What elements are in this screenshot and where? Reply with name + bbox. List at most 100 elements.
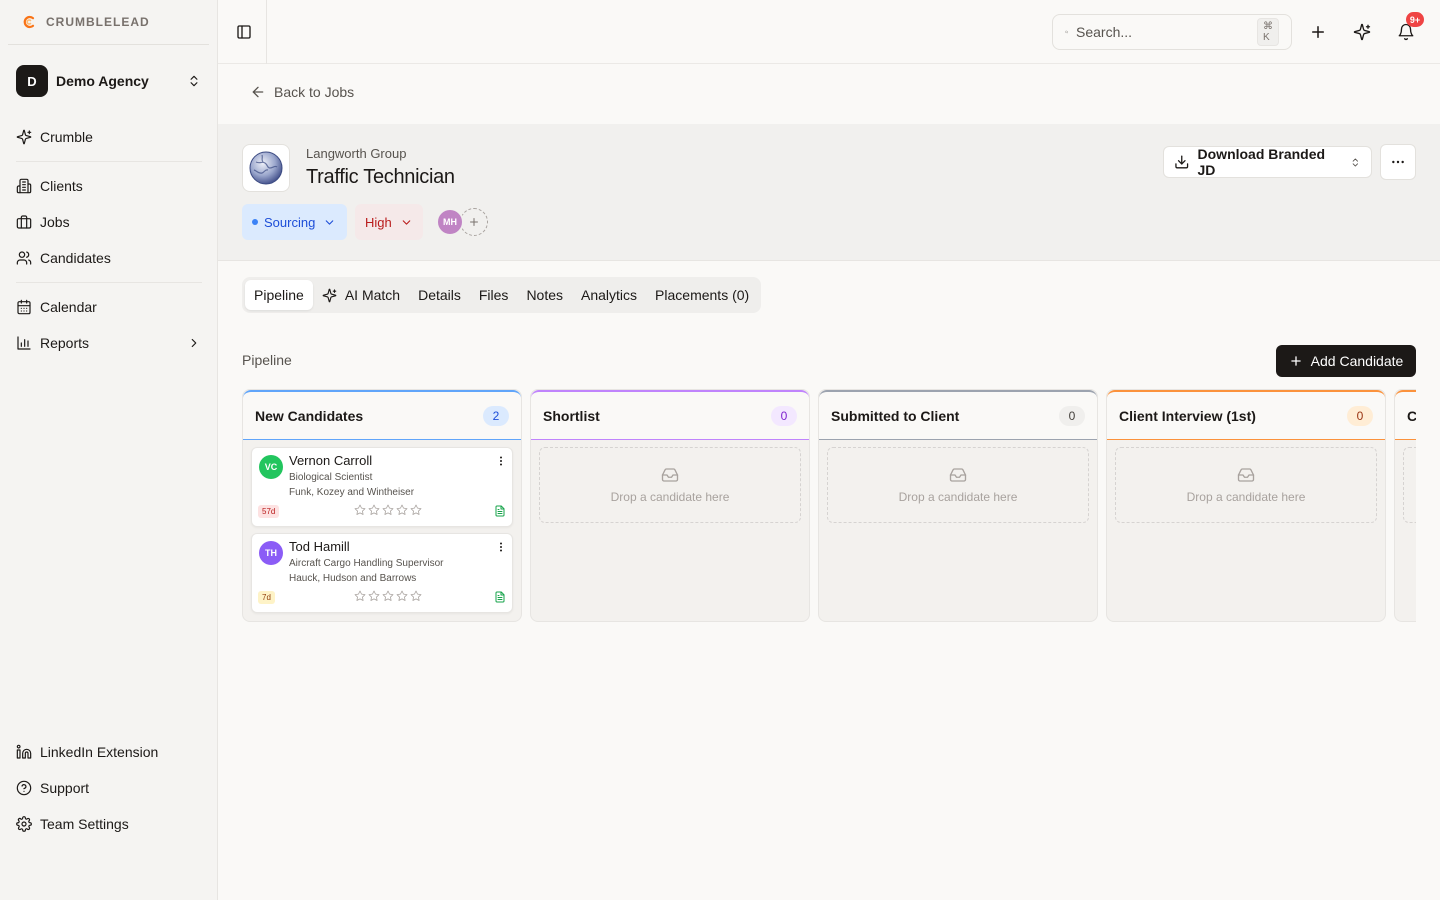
sidebar-item-label: Calendar (40, 299, 97, 315)
ai-assistant-button[interactable] (1350, 20, 1374, 44)
sidebar-item-label: Team Settings (40, 816, 129, 832)
drop-zone[interactable]: Drop a candidate here (1403, 447, 1416, 523)
search-box[interactable]: ⌘ K (1052, 14, 1292, 50)
inbox-icon (949, 468, 967, 482)
candidate-card[interactable]: TH Tod Hamill Aircraft Cargo Handling Supe… (251, 533, 513, 613)
pipeline-column: New Candidates 2 VC Vernon Carroll Biologica… (242, 389, 522, 622)
sidebar-toggle-button[interactable] (232, 20, 256, 44)
workspace-switcher[interactable]: D Demo Agency (8, 56, 209, 106)
sidebar-item-jobs[interactable]: Jobs (8, 206, 209, 238)
column-title: New Candidates (255, 407, 364, 424)
sparkles-icon (322, 288, 337, 302)
star-icon[interactable] (382, 590, 394, 602)
job-tabs: Pipeline AI Match Details Files Notes An… (242, 277, 762, 313)
tab-label: Notes (526, 287, 564, 303)
gear-icon (16, 816, 32, 832)
chevrons-up-down-icon (1353, 157, 1359, 167)
assignee-avatar[interactable]: MH (436, 208, 464, 236)
star-icon[interactable] (382, 504, 394, 516)
candidate-company: Hauck, Hudson and Barrows (289, 573, 417, 584)
brand-name: CRUMBLELEAD (46, 15, 150, 29)
candidate-name[interactable]: Tod Hamill (289, 539, 350, 554)
drop-zone-text: Drop a candidate here (1186, 490, 1306, 504)
pipeline-board: New Candidates 2 VC Vernon Carroll Biologica… (242, 389, 1416, 623)
job-status-dropdown[interactable]: Sourcing (242, 204, 347, 240)
download-branded-jd-button[interactable]: Download Branded JD (1163, 146, 1372, 178)
candidate-name[interactable]: Vernon Carroll (289, 453, 372, 468)
sidebar-divider (16, 161, 202, 162)
candidate-role: Aircraft Cargo Handling Supervisor (289, 558, 444, 569)
star-icon[interactable] (396, 590, 408, 602)
star-icon[interactable] (368, 590, 380, 602)
column-title: Submitted to Client (831, 407, 960, 424)
users-icon (16, 251, 32, 265)
tab-analytics[interactable]: Analytics (572, 280, 646, 310)
drop-zone[interactable]: Drop a candidate here (539, 447, 801, 523)
star-icon[interactable] (396, 504, 408, 516)
drop-zone[interactable]: Drop a candidate here (827, 447, 1089, 523)
job-status-label: Sourcing (264, 214, 316, 230)
tab-ai-match[interactable]: AI Match (313, 280, 409, 310)
card-menu-button[interactable] (494, 454, 508, 468)
sidebar-item-team-settings[interactable]: Team Settings (8, 808, 209, 840)
star-icon[interactable] (354, 504, 366, 516)
sidebar-item-label: LinkedIn Extension (40, 744, 159, 760)
card-menu-button[interactable] (494, 540, 508, 554)
file-text-icon[interactable] (494, 590, 506, 604)
sidebar-item-label: Support (40, 780, 90, 796)
column-header: Client Interview (1st) 0 (1107, 390, 1385, 440)
drop-zone-text: Drop a candidate here (610, 490, 730, 504)
column-header: Client Interview (2nd)0 (1395, 390, 1416, 440)
sidebar-item-calendar[interactable]: Calendar (8, 291, 209, 323)
tab-details[interactable]: Details (409, 280, 470, 310)
pipeline-column: Client Interview (2nd)0 Drop a candidate … (1394, 389, 1416, 622)
sidebar-item-reports[interactable]: Reports (8, 327, 209, 359)
drop-zone[interactable]: Drop a candidate here (1115, 447, 1377, 523)
calendar-icon (17, 299, 31, 315)
job-priority-dropdown[interactable]: High (355, 204, 423, 240)
candidate-card[interactable]: VC Vernon Carroll Biological Scientist Funk… (251, 447, 513, 527)
star-icon[interactable] (354, 590, 366, 602)
tab-files[interactable]: Files (470, 280, 518, 310)
star-icon[interactable] (368, 504, 380, 516)
chevron-down-icon (402, 219, 411, 225)
column-title: Shortlist (543, 407, 600, 424)
sidebar-item-support[interactable]: Support (8, 772, 209, 804)
star-rating[interactable] (354, 504, 422, 516)
more-horizontal-icon (1392, 160, 1404, 164)
sidebar-item-crumble[interactable]: Crumble (8, 121, 209, 153)
sidebar-item-clients[interactable]: Clients (8, 170, 209, 202)
sidebar-divider (16, 282, 202, 283)
topbar: ⌘ K 9+ (218, 0, 1440, 64)
company-logo (242, 144, 290, 192)
tab-placements[interactable]: Placements (0) (646, 280, 758, 310)
status-dot-icon (252, 219, 258, 225)
star-icon[interactable] (410, 590, 422, 602)
sidebar-item-linkedin-extension[interactable]: LinkedIn Extension (8, 736, 209, 768)
more-vertical-icon (500, 542, 502, 552)
sidebar-item-label: Crumble (40, 129, 93, 145)
candidate-avatar: TH (259, 541, 283, 565)
tab-notes[interactable]: Notes (517, 280, 572, 310)
tab-pipeline[interactable]: Pipeline (245, 280, 313, 310)
add-candidate-button[interactable]: Add Candidate (1276, 345, 1416, 377)
search-input[interactable] (1076, 24, 1257, 40)
column-count-badge: 0 (1347, 405, 1373, 426)
star-icon[interactable] (410, 504, 422, 516)
search-icon (1065, 30, 1068, 34)
sidebar-item-candidates[interactable]: Candidates (8, 242, 209, 274)
star-rating[interactable] (354, 590, 422, 602)
file-text-icon[interactable] (494, 504, 506, 518)
sidebar: CRUMBLELEAD D Demo Agency Crumble Client… (0, 0, 218, 900)
panel-left-icon (237, 25, 251, 39)
sidebar-item-label: Clients (40, 178, 83, 194)
more-options-button[interactable] (1380, 144, 1416, 180)
company-name: Langworth Group (306, 146, 407, 161)
inbox-icon (1237, 468, 1255, 482)
chevron-right-icon (191, 338, 197, 348)
add-assignee-button[interactable] (460, 208, 488, 236)
notifications-button[interactable]: 9+ (1394, 12, 1424, 44)
create-new-button[interactable] (1306, 20, 1330, 44)
back-to-jobs-link[interactable]: Back to Jobs (250, 80, 354, 104)
brand-logo[interactable]: CRUMBLELEAD (8, 0, 209, 45)
